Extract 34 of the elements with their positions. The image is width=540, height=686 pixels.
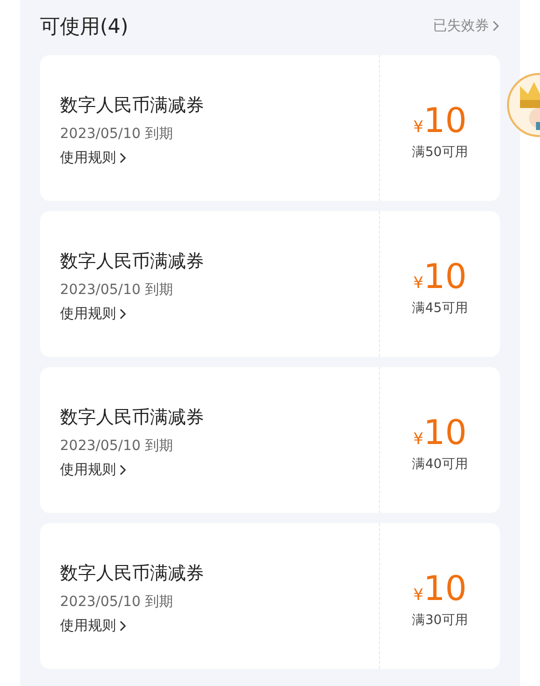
expiry-date: 2023/05/10 到期 — [60, 125, 174, 143]
coupon-card[interactable]: 数字人民币满减券 2023/05/10 到期 使用规则 ¥10 满45可用 — [40, 211, 500, 357]
chevron-icon — [492, 20, 500, 32]
coupon-name: 数字人民币满减券 — [60, 562, 205, 585]
coupon-amount: 10 — [423, 413, 467, 453]
coupon-card[interactable]: 数字人民币满减券 2023/05/10 到期 使用规则 ¥10 满50可用 — [40, 55, 500, 201]
chevron-icon — [119, 308, 127, 320]
chevron-icon — [119, 464, 127, 476]
coupon-amount: 10 — [423, 257, 467, 297]
currency-symbol: ¥ — [413, 429, 424, 448]
expiry-date: 2023/05/10 到期 — [60, 593, 174, 611]
currency-symbol: ¥ — [413, 117, 424, 136]
coupon-amount: 10 — [423, 569, 467, 609]
chevron-icon — [119, 620, 127, 632]
coupon-name: 数字人民币满减券 — [60, 250, 205, 273]
rules-link[interactable]: 使用规则 — [60, 305, 379, 323]
currency-symbol: ¥ — [413, 585, 424, 604]
coupon-card[interactable]: 数字人民币满减券 2023/05/10 到期 使用规则 ¥10 满40可用 — [40, 367, 500, 513]
currency-symbol: ¥ — [413, 273, 424, 292]
section-title: 可使用(4) — [40, 12, 128, 40]
expiry-date: 2023/05/10 到期 — [60, 281, 174, 299]
usage-condition: 满40可用 — [412, 456, 468, 473]
usage-condition: 满30可用 — [412, 612, 468, 629]
rules-link[interactable]: 使用规则 — [60, 149, 379, 167]
coupon-card[interactable]: 数字人民币满减券 2023/05/10 到期 使用规则 ¥10 满30可用 — [40, 523, 500, 669]
coupon-name: 数字人民币满减券 — [60, 406, 205, 429]
expiry-date: 2023/05/10 到期 — [60, 437, 174, 455]
chevron-icon — [119, 152, 127, 164]
usage-condition: 满45可用 — [412, 300, 468, 317]
coupon-amount: 10 — [423, 101, 467, 141]
rules-link[interactable]: 使用规则 — [60, 617, 379, 635]
rules-link[interactable]: 使用规则 — [60, 461, 379, 479]
usage-condition: 满50可用 — [412, 144, 468, 161]
coupon-name: 数字人民币满减券 — [60, 94, 205, 117]
